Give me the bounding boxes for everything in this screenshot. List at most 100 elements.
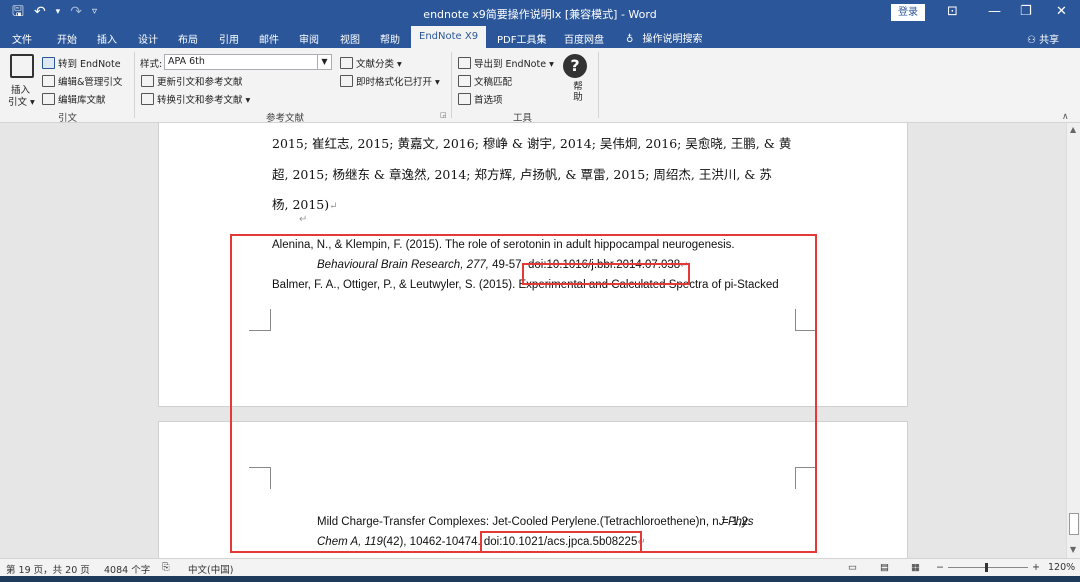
tab-insert[interactable]: 插入 <box>97 31 117 46</box>
tell-me-search[interactable]: ♁ 操作说明搜索 <box>626 30 703 45</box>
categorize-references-button[interactable]: 文献分类 ▾ <box>340 56 402 70</box>
manuscript-icon <box>458 75 471 87</box>
export-icon <box>458 57 471 69</box>
tab-references[interactable]: 引用 <box>219 31 239 46</box>
chevron-down-icon[interactable]: ▼ <box>317 55 331 69</box>
help-label[interactable]: 帮助 <box>569 81 583 102</box>
style-select[interactable]: APA 6th ▼ <box>164 54 332 70</box>
manuscript-matcher-button[interactable]: 文稿匹配 <box>458 74 512 88</box>
share-button[interactable]: ⚇ 共享 <box>1027 31 1059 46</box>
print-layout-icon[interactable]: ▤ <box>880 562 889 573</box>
instant-label: 即时格式化已打开 ▾ <box>356 77 440 88</box>
title-bar: 🖫 ↶ ▾ ↷ ▿ endnote x9简要操作说明lx [兼容模式] - Wo… <box>0 0 1080 26</box>
ribbon-tabs: 文件 开始 插入 设计 布局 引用 邮件 审阅 视图 帮助 EndNote X9… <box>0 26 1080 48</box>
body-text-line-end: 杨, 2015) <box>272 197 330 212</box>
paragraph-mark: ↵ <box>329 201 338 212</box>
close-icon[interactable]: ✕ <box>1056 4 1067 19</box>
categorize-label: 文献分类 ▾ <box>356 59 402 70</box>
dialog-launcher-icon[interactable]: ◲ <box>440 111 447 119</box>
group-label-tools: 工具 <box>513 113 533 124</box>
update-citations-button[interactable]: 更新引文和参考文献 <box>141 74 243 88</box>
tab-design[interactable]: 设计 <box>138 31 158 46</box>
highlight-box-doi-1 <box>522 263 690 285</box>
ribbon-separator <box>598 52 599 118</box>
web-layout-icon[interactable]: ▦ <box>911 562 920 573</box>
preferences-icon <box>458 93 471 105</box>
ribbon-separator <box>451 52 452 118</box>
insert-citation-icon[interactable] <box>10 54 34 78</box>
status-bar: 第 19 页，共 20 页 4084 个字 ⎘ 中文(中国) ▭ ▤ ▦ − +… <box>0 558 1080 576</box>
ribbon-separator <box>134 52 135 118</box>
endnote-icon <box>42 57 55 69</box>
tab-review[interactable]: 审阅 <box>299 31 319 46</box>
tab-layout[interactable]: 布局 <box>178 31 198 46</box>
page-count[interactable]: 第 19 页，共 20 页 <box>6 562 90 576</box>
zoom-in-button[interactable]: + <box>1032 562 1040 573</box>
tab-baidu-netdisk[interactable]: 百度网盘 <box>564 31 604 46</box>
document-area: 2015; 崔红志, 2015; 黄嘉文, 2016; 穆峥 & 谢宇, 201… <box>0 123 1066 558</box>
edit-manage-citations-button[interactable]: 编辑&管理引文 <box>42 74 122 88</box>
scrollbar-thumb[interactable] <box>1069 513 1079 535</box>
tab-endnote[interactable]: EndNote X9 <box>411 26 487 48</box>
scroll-down-icon[interactable]: ▼ <box>1070 545 1076 554</box>
preferences-button[interactable]: 首选项 <box>458 92 503 106</box>
zoom-slider-thumb[interactable] <box>985 563 988 572</box>
person-icon: ⚇ <box>1027 35 1036 46</box>
goto-endnote-button[interactable]: 转到 EndNote <box>42 56 121 70</box>
endnote-ribbon: 插入 引文 ▾ 转到 EndNote 编辑&管理引文 编辑库文献 引文 样式: … <box>0 48 1080 124</box>
word-count[interactable]: 4084 个字 <box>104 562 150 576</box>
body-text-line: 杨, 2015)↵ <box>272 194 338 213</box>
zoom-slider[interactable] <box>948 567 1028 568</box>
tell-me-label: 操作说明搜索 <box>642 34 703 45</box>
share-label: 共享 <box>1039 35 1060 46</box>
update-label: 更新引文和参考文献 <box>157 77 243 88</box>
word-window: 🖫 ↶ ▾ ↷ ▿ endnote x9简要操作说明lx [兼容模式] - Wo… <box>0 0 1080 582</box>
tab-view[interactable]: 视图 <box>340 31 360 46</box>
preferences-label: 首选项 <box>474 95 503 106</box>
convert-icon <box>141 93 154 105</box>
edit-library-label: 编辑库文献 <box>58 95 106 106</box>
style-label: 样式: <box>140 59 163 70</box>
instant-formatting-button[interactable]: 即时格式化已打开 ▾ <box>340 74 440 88</box>
tab-home[interactable]: 开始 <box>57 31 77 46</box>
convert-citations-button[interactable]: 转换引文和参考文献 ▾ <box>141 92 250 106</box>
ribbon-display-options-icon[interactable]: ⊡ <box>947 4 958 19</box>
collapse-ribbon-icon[interactable]: ∧ <box>1062 112 1069 122</box>
vertical-scrollbar[interactable]: ▲ ▼ <box>1066 123 1080 558</box>
minimize-icon[interactable]: — <box>988 4 1001 19</box>
login-button[interactable]: 登录 <box>891 4 925 21</box>
paragraph-mark: ↵ <box>299 214 308 225</box>
manuscript-label: 文稿匹配 <box>474 77 513 88</box>
scroll-up-icon[interactable]: ▲ <box>1070 125 1076 134</box>
help-icon[interactable]: ? <box>563 54 587 78</box>
restore-icon[interactable]: ❐ <box>1020 4 1032 19</box>
group-label-bibliography: 参考文献 <box>266 113 305 124</box>
tab-mailings[interactable]: 邮件 <box>259 31 279 46</box>
proofing-icon[interactable]: ⎘ <box>162 562 170 573</box>
export-label: 导出到 EndNote ▾ <box>474 59 554 70</box>
tab-file[interactable]: 文件 <box>12 31 32 46</box>
style-value: APA 6th <box>168 56 205 67</box>
edit-citations-icon <box>42 75 55 87</box>
edit-library-icon <box>42 93 55 105</box>
body-text-line: 超, 2015; 杨继东 & 章逸然, 2014; 郑方辉, 卢扬帆, & 覃雷… <box>272 167 772 182</box>
lightbulb-icon: ♁ <box>626 34 634 45</box>
export-endnote-button[interactable]: 导出到 EndNote ▾ <box>458 56 554 70</box>
group-label-citations: 引文 <box>58 113 78 124</box>
categorize-icon <box>340 57 353 69</box>
tab-help[interactable]: 帮助 <box>380 31 400 46</box>
update-icon <box>141 75 154 87</box>
zoom-level[interactable]: 120% <box>1048 562 1075 573</box>
convert-label: 转换引文和参考文献 ▾ <box>157 95 251 106</box>
edit-library-reference-button[interactable]: 编辑库文献 <box>42 92 106 106</box>
language[interactable]: 中文(中国) <box>188 562 233 576</box>
instant-format-icon <box>340 75 353 87</box>
tab-pdf-tools[interactable]: PDF工具集 <box>497 31 546 46</box>
taskbar-strip <box>0 576 1080 582</box>
zoom-out-button[interactable]: − <box>936 562 944 573</box>
read-mode-icon[interactable]: ▭ <box>848 562 857 573</box>
edit-manage-label: 编辑&管理引文 <box>58 77 123 88</box>
body-text-line: 2015; 崔红志, 2015; 黄嘉文, 2016; 穆峥 & 谢宇, 201… <box>272 136 792 151</box>
goto-endnote-label: 转到 EndNote <box>58 59 121 70</box>
insert-citation-label-2[interactable]: 引文 ▾ <box>8 94 35 108</box>
